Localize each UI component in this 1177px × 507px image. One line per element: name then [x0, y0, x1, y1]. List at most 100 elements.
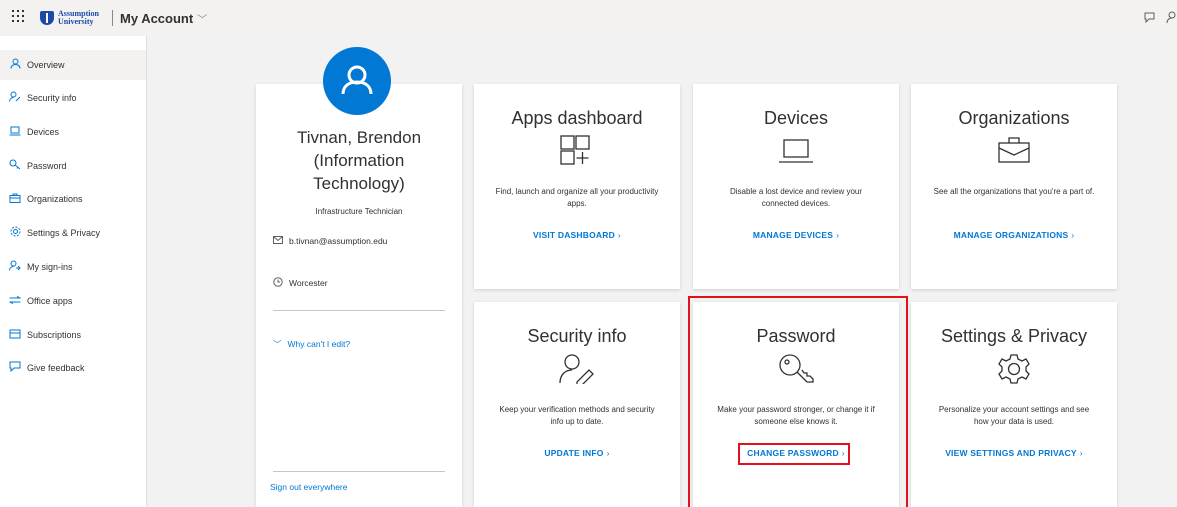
- card-description: Personalize your account settings and se…: [923, 404, 1105, 428]
- app-title: My Account: [120, 11, 194, 26]
- gear-icon: [997, 352, 1031, 391]
- profile-name-line: Tivnan, Brendon: [296, 128, 422, 147]
- profile-email: b.tivnan@assumption.edu: [273, 236, 387, 246]
- view-settings-privacy-link[interactable]: VIEW SETTINGS AND PRIVACY ›: [911, 448, 1117, 458]
- card-link-label: VIEW SETTINGS AND PRIVACY: [945, 448, 1077, 458]
- card-title: Apps dashboard: [511, 108, 643, 128]
- shield-icon: [40, 11, 54, 25]
- sidebar-item-office-apps[interactable]: Office apps: [0, 286, 146, 316]
- sidebar-item-overview[interactable]: Overview: [0, 50, 146, 80]
- profile-name-line: Technology): [313, 174, 405, 193]
- visit-dashboard-link[interactable]: VISIT DASHBOARD ›: [474, 230, 680, 240]
- chevron-down-icon: ﹀: [273, 339, 282, 349]
- card-title: Organizations: [958, 108, 1070, 128]
- office-apps-icon: [8, 295, 22, 307]
- card-description: Keep your verification methods and secur…: [486, 404, 668, 428]
- card-description: Find, launch and organize all your produ…: [486, 186, 668, 210]
- sidebar-item-my-sign-ins[interactable]: My sign-ins: [0, 252, 146, 282]
- header-divider: [112, 10, 113, 26]
- chevron-right-icon: ›: [1071, 230, 1075, 240]
- card-title: Security info: [527, 326, 627, 346]
- sidebar-item-label: My sign-ins: [27, 262, 73, 272]
- card-description-line: how your data is used.: [973, 417, 1055, 426]
- avatar: [323, 47, 391, 115]
- app-launcher-icon[interactable]: [12, 10, 26, 24]
- briefcase-icon: [997, 136, 1031, 169]
- key-icon: [8, 159, 22, 173]
- card-title: Devices: [763, 108, 829, 128]
- sidebar-item-label: Give feedback: [27, 363, 85, 373]
- card-description-line: See all the organizations that you're a …: [933, 187, 1095, 196]
- chevron-right-icon: ›: [617, 230, 621, 240]
- sidebar-item-give-feedback[interactable]: Give feedback: [0, 353, 146, 383]
- organizations-card: Organizations See all the organizations …: [911, 84, 1117, 289]
- security-info-card: Security info Keep your verification met…: [474, 302, 680, 507]
- sidebar-item-organizations[interactable]: Organizations: [0, 184, 146, 214]
- card-link-label: MANAGE DEVICES: [752, 230, 834, 240]
- person-icon: [8, 58, 22, 72]
- subscriptions-icon: [8, 329, 22, 342]
- card-description-line: Keep your verification methods and secur…: [499, 405, 655, 414]
- sidebar-item-subscriptions[interactable]: Subscriptions: [0, 320, 146, 350]
- logo-line2: University: [58, 17, 94, 26]
- card-description-line: Find, launch and organize all your produ…: [495, 187, 659, 196]
- change-password-highlight: [738, 443, 850, 465]
- manage-organizations-link[interactable]: MANAGE ORGANIZATIONS ›: [911, 230, 1117, 240]
- card-description-line: Personalize your account settings and se…: [938, 405, 1090, 414]
- top-bar: Assumption University My Account ﹀: [0, 0, 1177, 36]
- my-account-menu[interactable]: My Account ﹀: [120, 11, 207, 26]
- manage-devices-link[interactable]: MANAGE DEVICES ›: [693, 230, 899, 240]
- apps-dashboard-card: Apps dashboard Find, launch and organize…: [474, 84, 680, 289]
- sidebar-item-label: Overview: [27, 60, 65, 70]
- card-link-label: UPDATE INFO: [544, 448, 604, 458]
- profile-role: Infrastructure Technician: [315, 207, 403, 216]
- why-cant-i-edit-link[interactable]: ﹀ Why can't I edit?: [273, 338, 350, 350]
- laptop-icon: [778, 138, 814, 169]
- sidebar-item-devices[interactable]: Devices: [0, 117, 146, 147]
- apps-grid-icon: [559, 134, 595, 171]
- mail-icon: [273, 236, 283, 246]
- university-logo[interactable]: Assumption University: [40, 9, 99, 27]
- profile-divider-bottom: [273, 471, 445, 472]
- sidebar-item-label: Settings & Privacy: [27, 228, 101, 238]
- chevron-right-icon: ›: [606, 448, 610, 458]
- feedback-icon[interactable]: [1143, 11, 1156, 27]
- briefcase-icon: [8, 193, 22, 206]
- settings-privacy-card: Settings & Privacy Personalize your acco…: [911, 302, 1117, 507]
- card-title: Settings & Privacy: [940, 326, 1088, 346]
- laptop-icon: [8, 126, 22, 139]
- profile-divider: [273, 310, 445, 311]
- profile-name: Tivnan, Brendon (Information Technology): [256, 126, 462, 195]
- card-description: Disable a lost device and review your co…: [705, 186, 887, 210]
- profile-name-line: (Information: [313, 151, 405, 170]
- card-description-line: Disable a lost device and review your: [729, 187, 863, 196]
- account-icon[interactable]: [1166, 11, 1177, 27]
- profile-card: Tivnan, Brendon (Information Technology)…: [256, 84, 462, 507]
- sidebar-item-label: Password: [27, 161, 67, 171]
- sidebar-item-label: Devices: [27, 127, 60, 137]
- person-icon: [341, 65, 373, 95]
- card-description: See all the organizations that you're a …: [923, 186, 1105, 198]
- sidebar-item-label: Security info: [27, 93, 77, 103]
- chevron-down-icon: ﹀: [197, 15, 208, 26]
- chevron-right-icon: ›: [836, 230, 840, 240]
- sidebar-item-security-info[interactable]: Security info: [0, 83, 146, 113]
- sidebar-item-label: Office apps: [27, 296, 73, 306]
- sidebar-item-password[interactable]: Password: [0, 151, 146, 181]
- security-info-icon: [558, 352, 596, 389]
- why-cant-i-edit-label: Why can't I edit?: [287, 339, 351, 349]
- card-description-line: connected devices.: [761, 199, 831, 208]
- security-info-icon: [8, 91, 22, 105]
- feedback-icon: [8, 361, 22, 375]
- sidebar-item-settings-privacy[interactable]: Settings & Privacy: [0, 218, 146, 248]
- card-description-line: apps.: [567, 199, 587, 208]
- sign-out-everywhere-link[interactable]: Sign out everywhere: [270, 482, 348, 492]
- sidebar-item-label: Organizations: [27, 194, 83, 204]
- profile-location: Worcester: [273, 277, 328, 289]
- sidebar-item-label: Subscriptions: [27, 330, 82, 340]
- password-card-highlight: [688, 296, 908, 507]
- clock-icon: [273, 277, 283, 289]
- update-info-link[interactable]: UPDATE INFO ›: [474, 448, 680, 458]
- chevron-right-icon: ›: [1079, 448, 1083, 458]
- sidebar: Overview Security info Devices Password …: [0, 36, 147, 507]
